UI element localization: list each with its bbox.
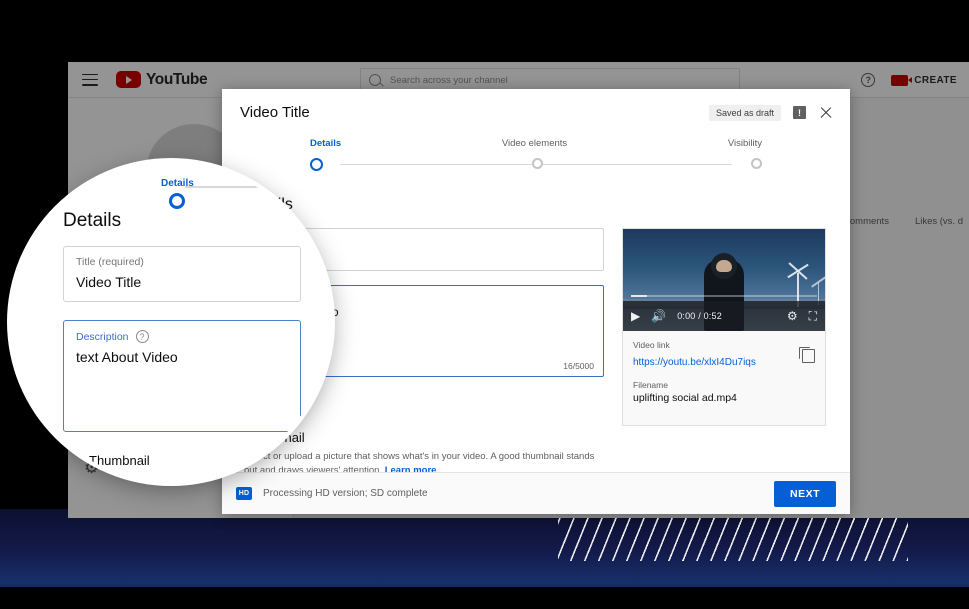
magnified-section-title: Details — [63, 210, 331, 232]
header-actions: ? CREATE — [861, 62, 957, 98]
search-icon — [369, 74, 381, 86]
magnified-title-field: Title (required) Video Title — [63, 246, 301, 302]
stepper-dots — [310, 158, 762, 171]
magnified-description-value: text About Video — [76, 349, 288, 365]
fullscreen-icon[interactable]: ⛶ — [809, 310, 817, 322]
thumbnail-section: Thumbnail Select or upload a picture tha… — [244, 430, 828, 472]
magnified-title-label: Title (required) — [76, 256, 288, 268]
step-label-video-elements[interactable]: Video elements — [502, 138, 567, 149]
video-metadata: Video link https://youtu.be/xlxI4Du7iqs … — [623, 331, 825, 425]
video-time: 0:00 / 0:52 — [677, 311, 722, 321]
modal-header: Video Title Saved as draft — [222, 89, 850, 136]
magnified-title-value: Video Title — [76, 274, 288, 290]
copy-icon[interactable] — [802, 349, 815, 363]
video-preview-column: ▶ 🔊 0:00 / 0:52 ⚙ ⛶ Video link — [622, 228, 826, 426]
youtube-play-icon — [116, 71, 141, 88]
status-badge: Saved as draft — [709, 105, 781, 121]
gear-icon[interactable]: ⚙ — [787, 310, 798, 322]
help-circle-icon[interactable]: ? — [861, 73, 875, 87]
analytics-table-header: Comments Likes (vs. d — [843, 216, 963, 227]
magnified-content: Details Title (required) Video Title Des… — [11, 162, 331, 482]
video-preview-card: ▶ 🔊 0:00 / 0:52 ⚙ ⛶ Video link — [622, 228, 826, 426]
play-icon[interactable]: ▶ — [631, 310, 640, 322]
video-link-value[interactable]: https://youtu.be/xlxI4Du7iqs — [633, 357, 756, 368]
step-label-visibility[interactable]: Visibility — [728, 138, 762, 149]
modal-title: Video Title — [240, 104, 310, 121]
youtube-logo-text: YouTube — [146, 71, 207, 89]
create-button[interactable]: CREATE — [891, 75, 957, 86]
column-header-likes: Likes (vs. d — [915, 216, 963, 227]
video-controls-bar: ▶ 🔊 0:00 / 0:52 ⚙ ⛶ — [623, 301, 825, 331]
filename-row: Filename uplifting social ad.mp4 — [633, 380, 815, 404]
hamburger-icon[interactable] — [82, 74, 98, 86]
learn-more-link[interactable]: Learn more — [385, 465, 437, 472]
hd-badge: HD — [236, 487, 252, 500]
video-link-label: Video link — [633, 340, 815, 350]
next-button[interactable]: NEXT — [774, 481, 836, 507]
close-icon[interactable] — [818, 105, 834, 121]
stepper-labels: Details Video elements Visibility — [310, 136, 762, 149]
volume-icon[interactable]: 🔊 — [651, 310, 666, 322]
magnified-thumbnail-label: Thumbnail — [89, 453, 150, 468]
magnified-description-label: Description ? — [76, 330, 288, 343]
step-dot-visibility[interactable] — [751, 158, 762, 169]
section-title-details: Details — [244, 196, 828, 214]
youtube-logo[interactable]: YouTube — [116, 71, 207, 89]
magnified-description-field: Description ? text About Video — [63, 320, 301, 432]
help-circle-icon: ? — [136, 330, 149, 343]
details-columns: Title (required) Video Title Description… — [244, 228, 828, 426]
step-dot-video-elements[interactable] — [532, 158, 543, 169]
video-player-thumbnail[interactable]: ▶ 🔊 0:00 / 0:52 ⚙ ⛶ — [623, 229, 825, 331]
modal-header-actions: Saved as draft — [709, 105, 834, 121]
thumbnail-section-title: Thumbnail — [244, 430, 828, 445]
processing-status: Processing HD version; SD complete — [263, 488, 428, 499]
filename-value: uplifting social ad.mp4 — [633, 392, 815, 404]
video-progress-bar[interactable] — [631, 295, 817, 297]
feedback-flag-icon[interactable] — [793, 106, 806, 119]
character-counter: 16/5000 — [563, 361, 594, 371]
video-camera-icon — [891, 75, 908, 86]
magnifier-lens: Details Details Title (required) Video T… — [11, 162, 331, 482]
decorative-hatch-lines — [558, 515, 908, 561]
search-placeholder: Search across your channel — [390, 75, 508, 86]
create-button-label: CREATE — [914, 75, 957, 86]
step-label-details[interactable]: Details — [310, 138, 341, 149]
person-hood — [711, 253, 737, 279]
magnified-description-label-text: Description — [76, 331, 129, 343]
filename-label: Filename — [633, 380, 815, 390]
video-link-row: Video link https://youtu.be/xlxI4Du7iqs — [633, 340, 815, 370]
screenshot-stage: YouTube Search across your channel ? CRE… — [0, 0, 969, 609]
